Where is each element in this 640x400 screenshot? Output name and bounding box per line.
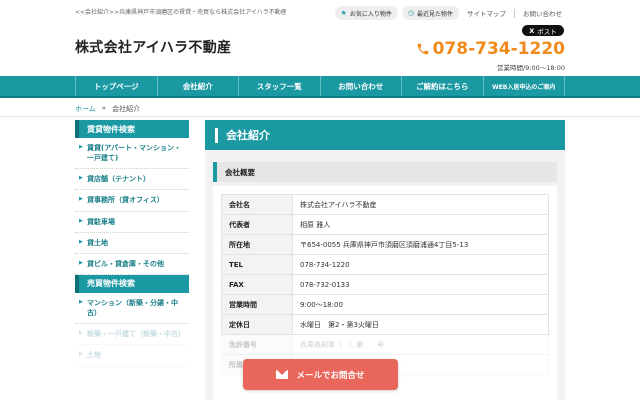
phone-text: 078-734-1220 (432, 39, 565, 59)
star-icon: ★ (340, 9, 347, 17)
row-value: 相原 雅人 (293, 215, 549, 234)
row-key: 定休日 (221, 315, 293, 334)
title-accent-bar (215, 127, 218, 143)
recent-viewed-button[interactable]: ◷ 最近見た物件 (401, 6, 459, 20)
mail-icon (276, 370, 289, 379)
breadcrumb-current: 会社紹介 (112, 105, 141, 113)
row-value: 〒654-0055 兵庫県神戸市須磨区須磨浦通4丁目5-13 (293, 235, 549, 254)
sidebar-item-rental-land[interactable]: 貸土地 (75, 233, 189, 254)
row-value: 水曜日 第2・第3火曜日 (293, 315, 549, 334)
x-icon: X (529, 26, 535, 35)
table-row: 代表者 相原 雅人 (221, 214, 549, 235)
table-row: 免許番号 兵庫県知事（ ）第 号 (221, 334, 549, 355)
row-key: 会社名 (221, 195, 293, 214)
sidebar-item-rental-other[interactable]: 貸ビル・貸倉庫・その他 (75, 254, 189, 275)
mail-contact-button[interactable]: メールでお問合せ (243, 359, 398, 390)
breadcrumb-home[interactable]: ホーム (75, 104, 96, 114)
nav-company[interactable]: 会社紹介 (158, 76, 239, 96)
section-title: 会社概要 (213, 162, 557, 182)
breadcrumb-separator: » (101, 104, 107, 112)
sidebar-item-rental-residential[interactable]: 賃貸(アパート・マンション・一戸建て) (75, 138, 189, 170)
nav-contact[interactable]: お問い合わせ (321, 76, 402, 96)
clock-icon: ◷ (407, 9, 414, 17)
breadcrumb: ホーム » 会社紹介 (75, 104, 140, 114)
global-nav: トップページ 会社紹介 スタッフ一覧 お問い合わせ ご解約はこちら WEB入居申… (0, 76, 640, 98)
main-content: 会社紹介 会社概要 会社名 株式会社アイハラ不動産 代表者 相原 雅人 所在地 … (205, 120, 565, 400)
sidebar-item-sale-house[interactable]: 新築・一戸建て（新築・中古） (75, 324, 189, 346)
sitemap-link[interactable]: サイトマップ (463, 8, 510, 18)
site-logo[interactable]: 株式会社アイハラ不動産 (75, 37, 231, 57)
nav-staff[interactable]: スタッフ一覧 (239, 76, 321, 96)
sale-search-heading: 売買物件検索 (75, 274, 189, 293)
row-value: 078-732-0133 (293, 275, 549, 294)
sidebar: 賃貸物件検索 賃貸(アパート・マンション・一戸建て) 貸店舗（テナント） 貸事務… (75, 120, 189, 367)
table-row: 定休日 水曜日 第2・第3火曜日 (221, 314, 549, 335)
sidebar-item-sale-mansion[interactable]: マンション（新築・分譲・中古） (75, 293, 189, 325)
row-key: TEL (221, 255, 293, 274)
sidebar-item-rental-office[interactable]: 貸事務所（貸オフィス） (75, 190, 189, 212)
table-row: TEL 078-734-1220 (221, 254, 549, 275)
nav-cancel[interactable]: ご解約はこちら (402, 76, 484, 96)
utility-links: ★ お気に入り物件 ◷ 最近見た物件 サイトマップ お問い合わせ (334, 6, 566, 20)
table-row: FAX 078-732-0133 (221, 274, 549, 295)
favorites-button[interactable]: ★ お気に入り物件 (334, 6, 398, 20)
page-title-bar: 会社紹介 (205, 120, 565, 150)
recent-label: 最近見た物件 (416, 10, 453, 18)
row-value: 078-734-1220 (293, 255, 549, 274)
table-row: 営業時間 9:00～18:00 (221, 294, 549, 315)
sidebar-item-sale-land[interactable]: 土地 (75, 345, 189, 367)
mail-button-label: メールでお問合せ (296, 370, 365, 381)
x-post-button[interactable]: X ポスト (522, 25, 564, 36)
nav-web-application[interactable]: WEB入居申込のご案内 (484, 76, 565, 96)
row-key: 代表者 (221, 215, 293, 234)
table-row: 会社名 株式会社アイハラ不動産 (221, 194, 549, 215)
site-tagline: <<会社紹介>>兵庫県神戸市須磨区の賃貸・売買なら株式会社アイハラ不動産 (75, 9, 287, 16)
row-key: FAX (221, 275, 293, 294)
nav-top[interactable]: トップページ (75, 76, 158, 96)
row-key: 営業時間 (221, 295, 293, 314)
divider (0, 116, 640, 117)
business-hours: 営業時間/9:00～18:00 (496, 64, 565, 72)
contact-link[interactable]: お問い合わせ (519, 8, 566, 18)
rental-search-heading: 賃貸物件検索 (75, 120, 189, 138)
row-key: 免許番号 (221, 335, 293, 354)
row-value: 兵庫県知事（ ）第 号 (293, 335, 549, 354)
divider (514, 8, 515, 18)
row-value: 9:00～18:00 (293, 295, 549, 314)
row-value: 株式会社アイハラ不動産 (293, 195, 549, 214)
sidebar-item-rental-parking[interactable]: 貸駐車場 (75, 212, 189, 233)
sidebar-item-rental-store[interactable]: 貸店舗（テナント） (75, 169, 189, 191)
row-key: 所在地 (221, 235, 293, 254)
table-row: 所在地 〒654-0055 兵庫県神戸市須磨区須磨浦通4丁目5-13 (221, 234, 549, 255)
favorites-label: お気に入り物件 (349, 10, 392, 18)
x-post-label: ポスト (537, 27, 557, 36)
phone-number[interactable]: 078-734-1220 (416, 39, 565, 59)
page-title: 会社紹介 (226, 129, 270, 142)
phone-icon (417, 43, 428, 55)
